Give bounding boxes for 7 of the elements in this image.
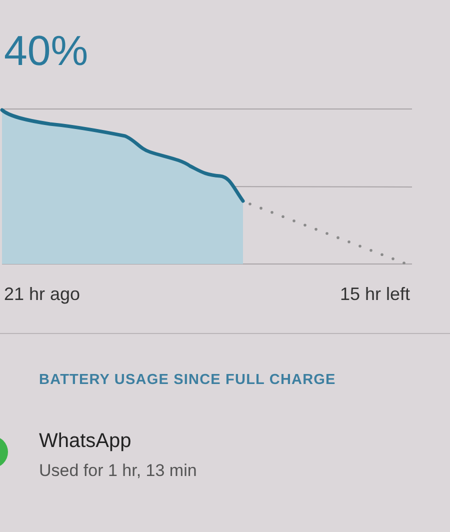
app-icon [0,436,8,468]
graph-start-label: 21 hr ago [4,283,80,306]
battery-percentage: 40% [4,30,88,72]
app-name: WhatsApp [39,430,132,452]
graph-end-label: 15 hr left [340,283,410,306]
section-header: BATTERY USAGE SINCE FULL CHARGE [39,371,336,390]
app-usage-text: Used for 1 hr, 13 min [39,460,197,482]
